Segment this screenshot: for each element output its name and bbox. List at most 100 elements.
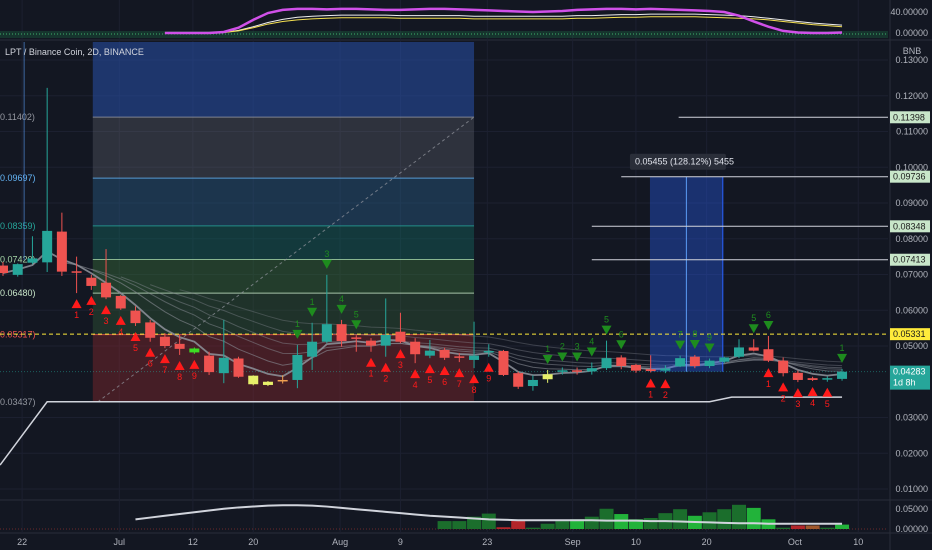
candle-body — [542, 374, 553, 380]
countdown-label: 1d 8h — [893, 378, 916, 388]
volume-axis-label: 0.05000 — [895, 504, 928, 514]
candle-body — [616, 357, 627, 367]
price-axis-label: 0.01000 — [895, 484, 928, 494]
candle-body — [204, 355, 215, 373]
candle-body — [56, 231, 67, 272]
candle-body — [71, 271, 82, 273]
oscillator-axis-label: 40.00000 — [890, 7, 928, 17]
price-tag-label: 0.08348 — [893, 221, 926, 231]
candle-body — [395, 331, 406, 342]
candle-body — [572, 370, 583, 372]
fib-band — [92, 225, 475, 260]
candle-body — [689, 356, 700, 367]
candle-body — [42, 230, 53, 263]
candle-body — [719, 357, 730, 362]
candle-body — [557, 370, 568, 372]
buy-count-label: 1 — [766, 379, 771, 389]
buy-count-label: 2 — [781, 393, 786, 403]
candle-body — [277, 379, 288, 382]
sell-count-label: 1 — [545, 344, 550, 354]
candle-body — [748, 347, 759, 351]
measure-label: 0.05455 (128.12%) 5455 — [635, 157, 734, 167]
candle-body — [262, 381, 273, 385]
fib-band — [92, 259, 475, 294]
candle-body — [837, 371, 848, 379]
buy-count-label: 5 — [133, 343, 138, 353]
candle-body — [12, 264, 23, 275]
volume-bar — [584, 516, 599, 529]
price-axis-label: 0.11000 — [896, 127, 928, 137]
time-axis-label: 12 — [188, 537, 198, 547]
buy-count-label: 8 — [177, 372, 182, 382]
price-tag-label: 0.09736 — [893, 172, 926, 182]
sell-count-label: 1 — [295, 319, 300, 329]
price-tag-label: 0.07413 — [893, 255, 926, 265]
candle-body — [115, 295, 126, 309]
price-chart[interactable]: 0.11402)0.09697)0.08359)0.07420)0.06480)… — [0, 0, 932, 550]
candle-body — [248, 375, 259, 385]
volume-bar — [805, 525, 820, 529]
sell-count-label: 2 — [560, 341, 565, 351]
buy-count-label: 7 — [162, 365, 167, 375]
candle-body — [498, 351, 509, 375]
price-axis-label: 0.05000 — [895, 341, 928, 351]
volume-bar — [776, 527, 791, 529]
last-price-label: 0.04283 — [893, 367, 926, 377]
volume-bar — [835, 524, 850, 529]
sell-count-label: 5 — [604, 315, 609, 325]
buy-count-label: 2 — [89, 307, 94, 317]
candle-body — [86, 277, 97, 286]
buy-count-label: 4 — [413, 380, 418, 390]
candle-body — [233, 358, 244, 377]
candle-body — [660, 368, 671, 371]
buy-count-label: 5 — [825, 399, 830, 409]
candle-body — [513, 373, 524, 387]
sell-count-label: 6 — [766, 310, 771, 320]
candle-body — [145, 322, 156, 338]
candle-body — [454, 356, 465, 358]
price-axis-label: 0.07000 — [895, 270, 928, 280]
alert-price-label: 0.05331 — [893, 329, 926, 339]
candle-body — [292, 354, 303, 380]
fib-level-label: 0.08359) — [0, 221, 36, 231]
volume-bar — [643, 518, 658, 529]
volume-bar — [496, 527, 511, 529]
price-axis-label: 0.02000 — [895, 448, 928, 458]
time-axis-label: 20 — [248, 537, 258, 547]
sell-count-label: 6 — [619, 329, 624, 339]
candle-body — [336, 324, 347, 341]
candle-body — [366, 340, 376, 346]
sell-count-label: 4 — [339, 294, 344, 304]
buy-count-label: 1 — [368, 369, 373, 379]
candle-body — [130, 310, 141, 324]
volume-bar — [481, 513, 496, 529]
candle-body — [469, 355, 480, 360]
price-axis-label: 0.12000 — [895, 91, 928, 101]
candle-body — [527, 379, 538, 387]
time-axis-label: 20 — [702, 537, 712, 547]
buy-count-label: 9 — [486, 374, 491, 384]
candle-body — [601, 358, 612, 369]
buy-count-label: 1 — [648, 389, 653, 399]
candle-body — [351, 337, 362, 339]
candle-body — [307, 341, 318, 357]
candle-body — [792, 372, 803, 380]
price-tag-label: 0.11398 — [893, 112, 925, 122]
candle-body — [822, 378, 833, 380]
candle-body — [0, 265, 8, 274]
candle-body — [778, 360, 789, 374]
candle-body — [439, 349, 450, 358]
candle-body — [159, 336, 170, 346]
time-axis-label: 23 — [482, 537, 492, 547]
chart-title: LPT / Binance Coin, 2D, BINANCE — [5, 47, 144, 57]
fib-band — [92, 178, 475, 226]
price-axis-label: 0.13000 — [895, 55, 928, 65]
candle-body — [734, 347, 744, 357]
buy-count-label: 2 — [663, 390, 668, 400]
fib-level-label: 0.11402) — [0, 112, 35, 122]
sell-count-label: 5 — [354, 309, 359, 319]
time-axis-label: Jul — [114, 537, 126, 547]
volume-bar — [717, 509, 732, 529]
volume-bar — [820, 527, 835, 529]
volume-bar — [525, 527, 540, 529]
